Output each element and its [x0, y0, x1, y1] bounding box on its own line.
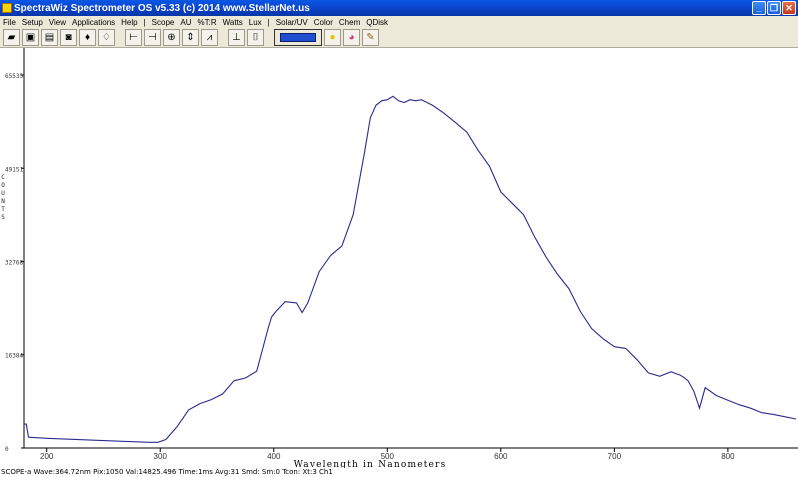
y-axis-label-char: S — [1, 214, 5, 221]
color-wheel-button[interactable]: ◕ — [343, 29, 360, 46]
x-tick-label: 800 — [721, 452, 735, 461]
trace-color-swatch — [280, 33, 316, 42]
spectrum-line — [24, 95, 797, 443]
title-bar[interactable]: SpectraWiz Spectrometer OS v5.33 (c) 201… — [0, 0, 798, 16]
print-button[interactable]: ▤ — [41, 29, 58, 46]
paint-icon: ✎ — [366, 31, 375, 43]
menu-item-setup[interactable]: Setup — [19, 18, 46, 27]
toolbar: ▰ ▣ ▤ ◙ ♦ ♢ ⊢ ⊣ ⊕ ⇕ ⩘ ⊥ ⌷ ● ◕ ✎ — [0, 28, 798, 48]
peak-icon: ⩘ — [206, 31, 213, 43]
cursor-right-button[interactable]: ⊣ — [144, 29, 161, 46]
open-icon: ▰ — [7, 31, 16, 43]
cursor-left-button[interactable]: ⊢ — [125, 29, 142, 46]
menu-item-help[interactable]: Help — [118, 18, 140, 27]
menu-item-qdisk[interactable]: QDisk — [363, 18, 391, 27]
paint-button[interactable]: ✎ — [362, 29, 379, 46]
x-tick-label: 700 — [608, 452, 622, 461]
y-axis-label-char: C — [1, 174, 5, 181]
yellow-circle-button[interactable]: ● — [324, 29, 341, 46]
scale-icon: ⇕ — [186, 31, 195, 43]
menu-item-chem[interactable]: Chem — [336, 18, 363, 27]
scale-button[interactable]: ⇕ — [182, 29, 199, 46]
menu-separator: | — [267, 17, 270, 27]
x-tick-label: 400 — [267, 452, 281, 461]
close-button[interactable]: ✕ — [782, 1, 796, 15]
menu-bar: File Setup View Applications Help | Scope AU %T:… — [0, 16, 798, 28]
y-axis-label-char: T — [1, 206, 5, 213]
yellow-circle-icon: ● — [329, 31, 336, 43]
peak-button[interactable]: ⩘ — [201, 29, 218, 46]
y-axis-label-char: U — [1, 190, 5, 197]
cursor-right-icon: ⊣ — [148, 31, 157, 43]
cursor-left-icon: ⊢ — [129, 31, 138, 43]
menu-item--t-r[interactable]: %T:R — [194, 18, 219, 27]
bulb-light-button[interactable]: ♢ — [98, 29, 115, 46]
save-button[interactable]: ▣ — [22, 29, 39, 46]
y-tick-label: 16384 — [5, 353, 23, 360]
window-controls: _ ❐ ✕ — [752, 1, 796, 15]
x-tick-label: 300 — [154, 452, 168, 461]
y-tick-label: 32768 — [5, 259, 23, 266]
scope-button[interactable]: ⌷ — [247, 29, 264, 46]
baseline-button[interactable]: ⊥ — [228, 29, 245, 46]
status-bar: SCOPE-a Wave:364.72nm Pix:1050 Val:14825… — [1, 468, 333, 476]
menu-item-view[interactable]: View — [46, 18, 69, 27]
menu-item-solar-uv[interactable]: Solar/UV — [273, 18, 311, 27]
minimize-button[interactable]: _ — [752, 1, 766, 15]
menu-item-file[interactable]: File — [0, 18, 19, 27]
color-wheel-icon: ◕ — [348, 31, 355, 43]
menu-item-applications[interactable]: Applications — [69, 18, 118, 27]
baseline-icon: ⊥ — [232, 31, 241, 43]
y-axis-label-char: N — [1, 198, 5, 205]
window-title: SpectraWiz Spectrometer OS v5.33 (c) 201… — [14, 2, 310, 14]
zoom-button[interactable]: ⊕ — [163, 29, 180, 46]
save-icon: ▣ — [25, 31, 36, 43]
y-axis-label-char: O — [1, 182, 5, 189]
menu-item-au[interactable]: AU — [177, 18, 194, 27]
bulb-dark-button[interactable]: ♦ — [79, 29, 96, 46]
trace-color-button[interactable] — [274, 29, 322, 46]
spectrum-plot[interactable]: 200 300 400 500 600 700 800 0 16384 32768 49151 655… — [0, 48, 798, 468]
zoom-icon: ⊕ — [167, 31, 176, 43]
y-axis-label: COUNTS — [0, 174, 6, 222]
bulb-dark-icon: ♦ — [84, 31, 91, 43]
menu-item-lux[interactable]: Lux — [246, 18, 265, 27]
menu-separator: | — [143, 17, 146, 27]
menu-item-watts[interactable]: Watts — [220, 18, 246, 27]
y-tick-label: 49151 — [5, 166, 23, 173]
camera-button[interactable]: ◙ — [60, 29, 77, 46]
x-tick-label: 200 — [40, 452, 54, 461]
y-tick-label: 65535 — [5, 73, 23, 80]
open-button[interactable]: ▰ — [3, 29, 20, 46]
spectrum-chart[interactable]: 200 300 400 500 600 700 8000163843276849151655… — [0, 48, 798, 468]
x-axis-label: Wavelength in Nanometers — [294, 460, 447, 468]
scope-icon: ⌷ — [252, 31, 259, 43]
bulb-light-icon: ♢ — [102, 31, 111, 43]
restore-button[interactable]: ❐ — [767, 1, 781, 15]
menu-item-scope[interactable]: Scope — [149, 18, 178, 27]
app-icon — [2, 3, 12, 13]
camera-icon: ◙ — [65, 31, 72, 43]
print-icon: ▤ — [44, 31, 55, 43]
menu-item-color[interactable]: Color — [311, 18, 336, 27]
y-tick-label: 0 — [5, 446, 9, 453]
x-tick-label: 600 — [494, 452, 508, 461]
